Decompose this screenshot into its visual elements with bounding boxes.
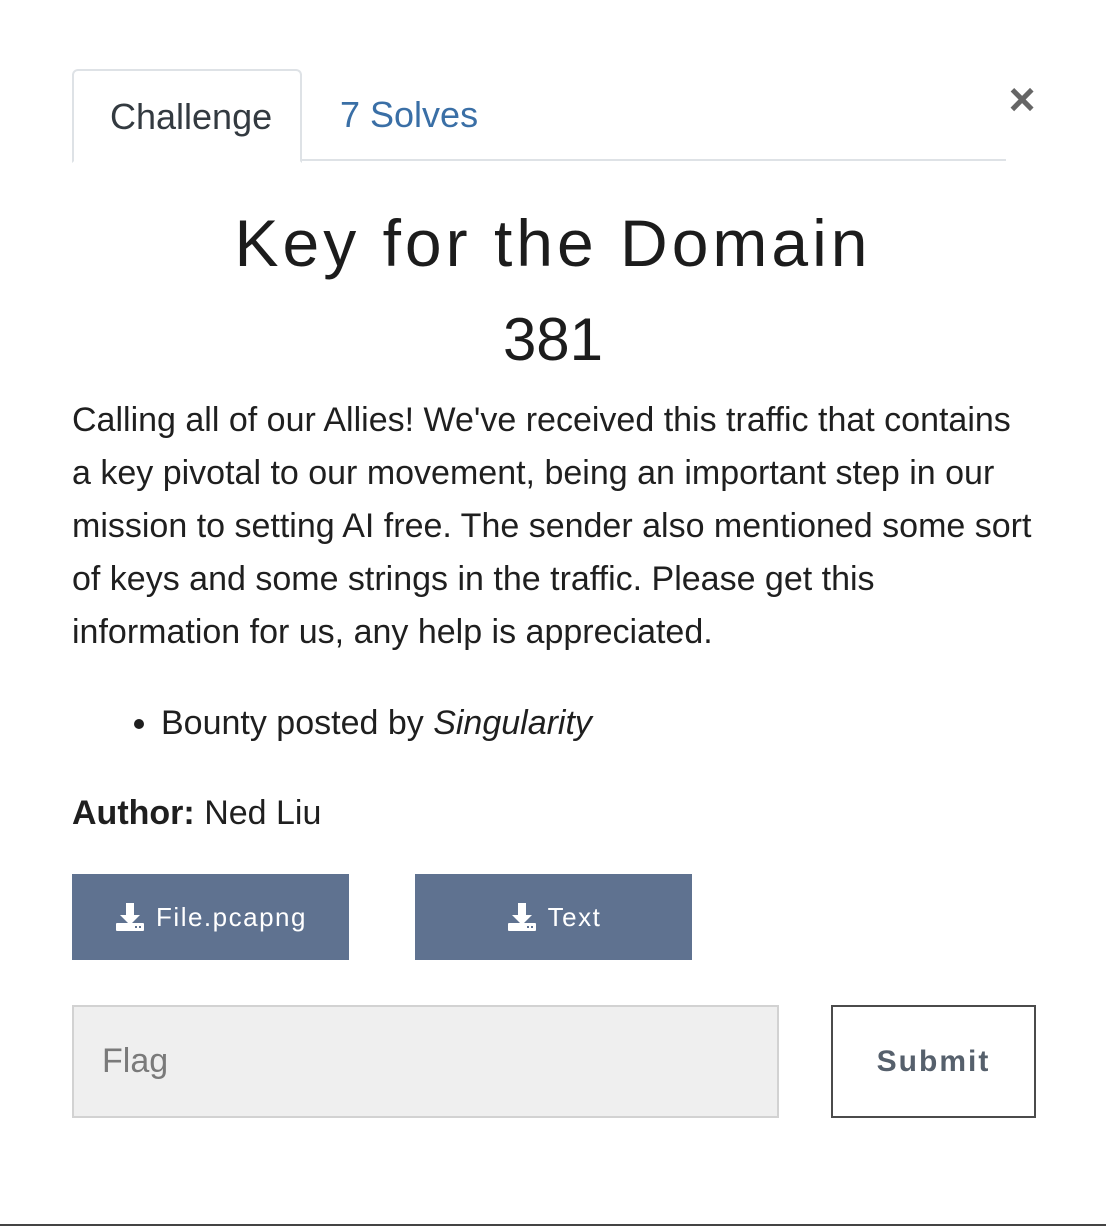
author-name: Ned Liu	[194, 794, 322, 832]
tab-challenge[interactable]: Challenge	[72, 69, 302, 163]
challenge-tabs: Challenge 7 Solves	[72, 69, 1006, 163]
bounty-list: Bounty posted by Singularity	[72, 696, 592, 750]
challenge-description: Calling all of our Allies! We've receive…	[72, 401, 1032, 651]
tab-solves[interactable]: 7 Solves	[304, 69, 514, 161]
download-icon	[507, 903, 536, 931]
bounty-item: Bounty posted by Singularity	[161, 696, 592, 750]
author-label: Author:	[72, 794, 195, 832]
download-icon	[116, 903, 145, 931]
bounty-prefix: Bounty posted by	[161, 704, 434, 742]
download-text-button[interactable]: Text	[415, 874, 692, 960]
file-label: File.pcapng	[156, 901, 307, 932]
author-line: Author: Ned Liu	[72, 786, 321, 840]
challenge-title: Key for the Domain	[234, 206, 872, 280]
file-label: Text	[547, 901, 602, 932]
challenge-modal: Challenge 7 Solves × Key for the Domain …	[0, 0, 1106, 1226]
flag-input[interactable]	[72, 1005, 779, 1118]
bounty-name: Singularity	[433, 704, 592, 742]
submit-button[interactable]: Submit	[831, 1005, 1036, 1118]
download-file-pcapng-button[interactable]: File.pcapng	[72, 874, 349, 960]
challenge-points: 381	[502, 306, 604, 373]
close-icon[interactable]: ×	[1000, 74, 1044, 124]
